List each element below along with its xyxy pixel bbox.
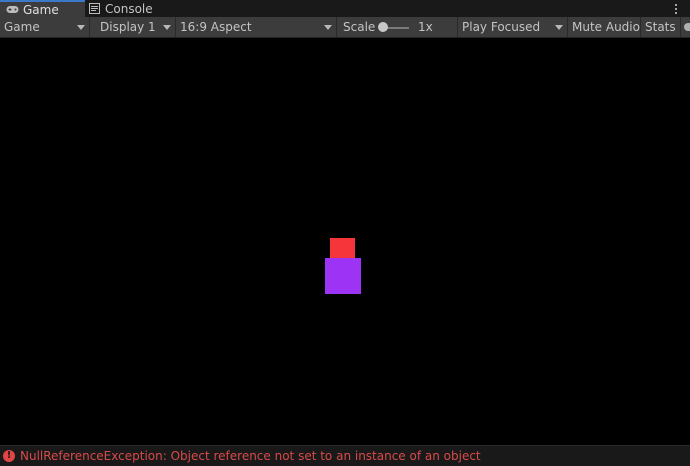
scale-value: 1x bbox=[418, 20, 433, 34]
tab-game-label: Game bbox=[23, 2, 59, 17]
console-icon bbox=[88, 3, 101, 14]
stats-label: Stats bbox=[645, 20, 676, 34]
chevron-down-icon bbox=[555, 25, 563, 30]
tab-console-label: Console bbox=[105, 1, 153, 16]
status-bar[interactable]: ! NullReferenceException: Object referen… bbox=[0, 445, 690, 466]
view-mode-dropdown[interactable]: Game bbox=[0, 17, 90, 37]
aspect-label: 16:9 Aspect bbox=[180, 20, 252, 34]
scale-label: Scale bbox=[343, 20, 376, 34]
game-view-toolbar: Game Display 1 16:9 Aspect Scale 1x Play… bbox=[0, 17, 690, 38]
error-icon: ! bbox=[3, 450, 15, 462]
play-mode-label: Play Focused bbox=[462, 20, 541, 34]
game-viewport[interactable] bbox=[0, 38, 690, 445]
error-message: NullReferenceException: Object reference… bbox=[20, 449, 481, 463]
tab-console[interactable]: Console bbox=[82, 0, 162, 17]
view-mode-label: Game bbox=[4, 20, 40, 34]
aspect-dropdown[interactable]: 16:9 Aspect bbox=[176, 17, 337, 37]
display-dropdown[interactable]: Display 1 bbox=[96, 17, 176, 37]
scale-control: Scale 1x bbox=[339, 17, 458, 37]
chevron-down-icon bbox=[77, 25, 85, 30]
stats-toggle[interactable]: Stats bbox=[641, 17, 681, 37]
gizmos-icon[interactable] bbox=[684, 23, 690, 31]
more-options-icon[interactable] bbox=[673, 0, 679, 17]
red-block bbox=[330, 238, 355, 258]
mute-audio-label: Mute Audio bbox=[572, 20, 640, 34]
play-mode-dropdown[interactable]: Play Focused bbox=[458, 17, 568, 37]
mute-audio-toggle[interactable]: Mute Audio bbox=[568, 17, 641, 37]
purple-block bbox=[325, 258, 361, 294]
gamepad-icon bbox=[6, 4, 19, 15]
editor-tab-bar: Game Console bbox=[0, 0, 690, 18]
chevron-down-icon bbox=[324, 25, 332, 30]
tab-game[interactable]: Game bbox=[0, 0, 85, 17]
scale-slider-handle[interactable] bbox=[378, 22, 388, 32]
display-label: Display 1 bbox=[100, 20, 156, 34]
chevron-down-icon bbox=[163, 25, 171, 30]
